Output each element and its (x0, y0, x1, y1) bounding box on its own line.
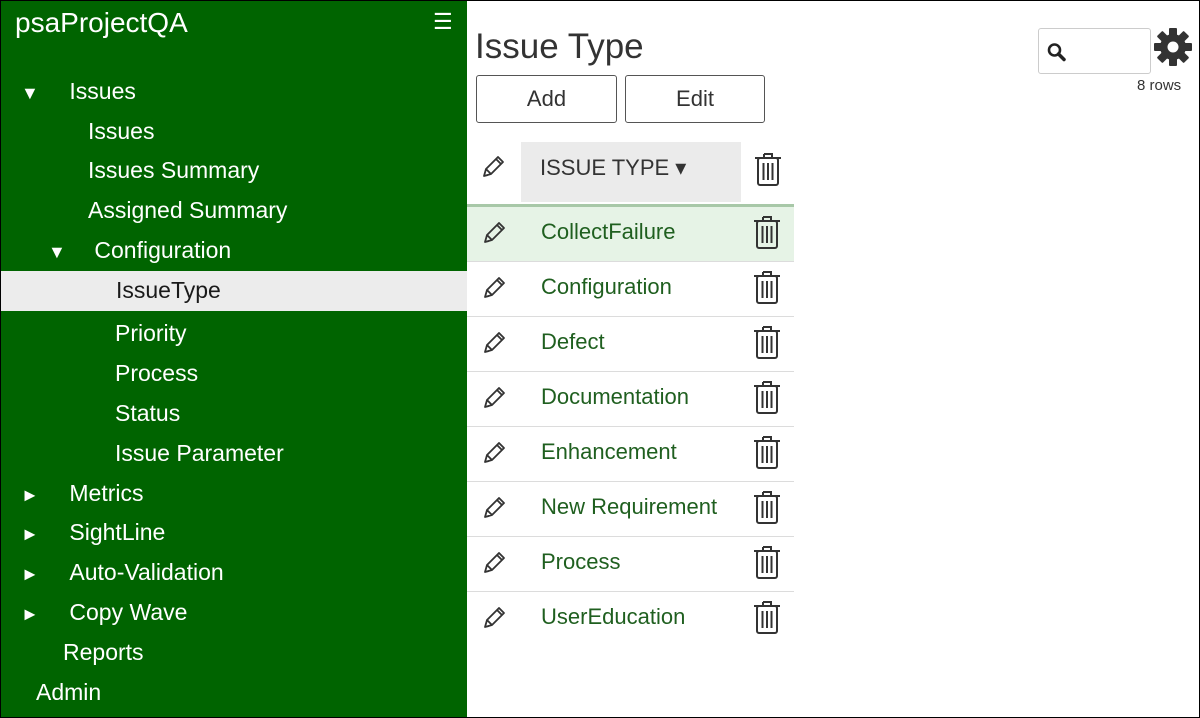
table-row[interactable]: UserEducation (467, 592, 794, 646)
sidebar-item-label: IssueType (116, 277, 221, 303)
collapse-arrow-icon: ► (21, 524, 39, 544)
trash-icon[interactable] (752, 213, 782, 256)
sidebar-item-status[interactable]: Status (115, 400, 180, 427)
sidebar-item-process[interactable]: Process (115, 360, 198, 387)
sidebar-item-issuetype[interactable]: IssueType (1, 271, 467, 311)
table-row[interactable]: Configuration (467, 262, 794, 317)
pencil-icon[interactable] (479, 438, 509, 473)
row-label[interactable]: Defect (541, 329, 605, 355)
sidebar-item-configuration-group[interactable]: ▼ Configuration (48, 237, 231, 264)
table-row[interactable]: Process (467, 537, 794, 592)
header-trash-icon[interactable] (753, 150, 783, 193)
edit-button[interactable]: Edit (625, 75, 765, 123)
trash-icon[interactable] (752, 598, 782, 641)
sidebar-item-issues-summary[interactable]: Issues Summary (88, 157, 259, 184)
pencil-icon[interactable] (479, 273, 509, 308)
table-row[interactable]: New Requirement (467, 482, 794, 537)
sidebar-item-label: Issues (69, 78, 136, 104)
row-label[interactable]: Documentation (541, 384, 689, 410)
pencil-icon[interactable] (479, 328, 509, 363)
sidebar-item-issues[interactable]: Issues (88, 118, 154, 145)
trash-icon[interactable] (752, 433, 782, 476)
sidebar-item-admin[interactable]: Admin (36, 679, 101, 706)
expand-arrow-icon: ▼ (48, 242, 66, 262)
collapse-arrow-icon: ► (21, 604, 39, 624)
sidebar-item-sightline[interactable]: ► SightLine (21, 519, 165, 546)
hamburger-menu-icon[interactable]: ☰ (433, 9, 453, 35)
sidebar-item-label: Configuration (94, 237, 232, 263)
sidebar: psaProjectQA ☰ ▼ Issues Issues Issues Su… (1, 1, 467, 717)
expand-arrow-icon: ▼ (21, 83, 39, 103)
column-header-issue-type[interactable]: ISSUE TYPE ▾ (521, 142, 741, 202)
search-input[interactable] (1038, 28, 1151, 74)
sidebar-item-issue-parameter[interactable]: Issue Parameter (115, 440, 284, 467)
app-title: psaProjectQA (15, 7, 188, 38)
main-content: Issue Type Add Edit 8 rows ISSUE TYPE ▾ (467, 1, 1198, 717)
add-button[interactable]: Add (476, 75, 617, 123)
header-edit-pencil-icon[interactable] (478, 152, 508, 187)
collapse-arrow-icon: ► (21, 564, 39, 584)
sidebar-item-priority[interactable]: Priority (115, 320, 187, 347)
pencil-icon[interactable] (479, 493, 509, 528)
search-icon (1047, 43, 1066, 62)
trash-icon[interactable] (752, 378, 782, 421)
sidebar-item-copy-wave[interactable]: ► Copy Wave (21, 599, 187, 626)
column-header-label[interactable]: ISSUE TYPE ▾ (540, 155, 686, 181)
pencil-icon[interactable] (479, 218, 509, 253)
sidebar-item-issues-group[interactable]: ▼ Issues (21, 78, 136, 105)
pencil-icon[interactable] (479, 603, 509, 638)
row-label[interactable]: Configuration (541, 274, 672, 300)
sidebar-item-metrics[interactable]: ► Metrics (21, 480, 144, 507)
gear-icon[interactable] (1153, 26, 1193, 68)
pencil-icon[interactable] (479, 383, 509, 418)
table-row[interactable]: Defect (467, 317, 794, 372)
row-label[interactable]: CollectFailure (541, 219, 676, 245)
pencil-icon[interactable] (479, 548, 509, 583)
sidebar-item-reports[interactable]: Reports (63, 639, 144, 666)
row-label[interactable]: Enhancement (541, 439, 677, 465)
row-label[interactable]: Process (541, 549, 620, 575)
page-title: Issue Type (475, 27, 644, 66)
trash-icon[interactable] (752, 488, 782, 531)
trash-icon[interactable] (752, 543, 782, 586)
table-row[interactable]: Documentation (467, 372, 794, 427)
row-label[interactable]: UserEducation (541, 604, 685, 630)
row-count: 8 rows (1137, 77, 1182, 94)
collapse-arrow-icon: ► (21, 485, 39, 505)
sidebar-item-label: Metrics (69, 480, 144, 506)
table-row[interactable]: Enhancement (467, 427, 794, 482)
sidebar-item-label: Auto-Validation (69, 559, 224, 585)
table-row[interactable]: CollectFailure (467, 207, 794, 262)
trash-icon[interactable] (752, 268, 782, 311)
sidebar-item-assigned-summary[interactable]: Assigned Summary (88, 197, 287, 224)
trash-icon[interactable] (752, 323, 782, 366)
row-label[interactable]: New Requirement (541, 494, 717, 520)
sidebar-item-label: SightLine (69, 519, 166, 545)
sidebar-item-label: Copy Wave (69, 599, 188, 625)
sidebar-item-auto-validation[interactable]: ► Auto-Validation (21, 559, 224, 586)
